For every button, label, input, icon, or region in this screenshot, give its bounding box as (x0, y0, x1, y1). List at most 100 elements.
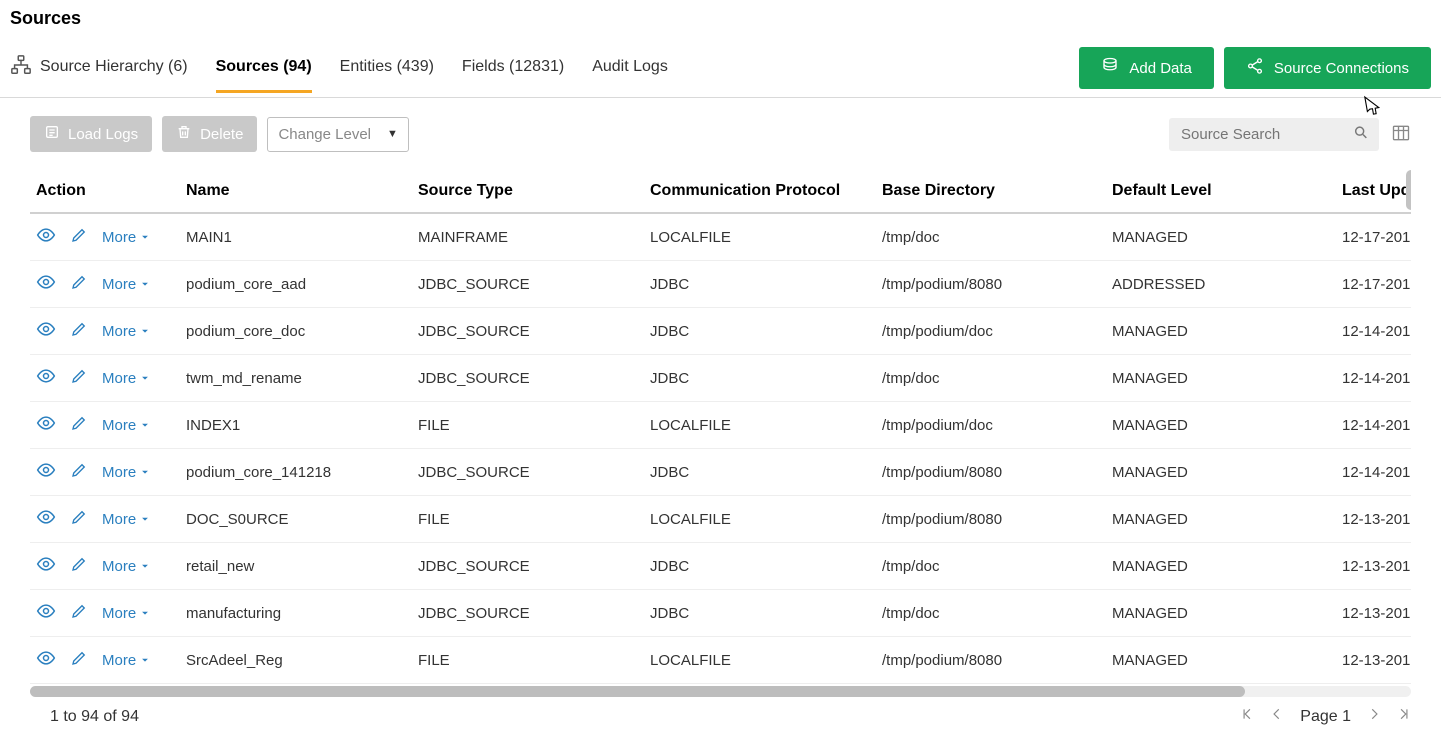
tab-source-hierarchy[interactable]: Source Hierarchy (6) (10, 40, 188, 97)
edit-icon[interactable] (70, 508, 88, 530)
cell-name: podium_core_doc (180, 308, 412, 355)
cell-dir: /tmp/doc (876, 213, 1106, 261)
tab-label: Entities (439) (340, 58, 434, 76)
cell-proto: JDBC (644, 308, 876, 355)
more-menu[interactable]: More (102, 370, 150, 387)
more-menu[interactable]: More (102, 652, 150, 669)
more-menu[interactable]: More (102, 464, 150, 481)
table-row: Moretwm_md_renameJDBC_SOURCEJDBC/tmp/doc… (30, 355, 1411, 402)
caret-down-icon: ▼ (387, 128, 398, 140)
cell-name: twm_md_rename (180, 355, 412, 402)
cell-updated: 12-14-201 (1336, 355, 1411, 402)
horizontal-scrollbar[interactable] (30, 686, 1411, 697)
more-menu[interactable]: More (102, 323, 150, 340)
more-menu[interactable]: More (102, 276, 150, 293)
col-name[interactable]: Name (180, 170, 412, 213)
cell-level: MANAGED (1106, 543, 1336, 590)
view-icon[interactable] (36, 413, 56, 437)
edit-icon[interactable] (70, 367, 88, 389)
more-menu[interactable]: More (102, 558, 150, 575)
col-level[interactable]: Default Level (1106, 170, 1336, 213)
cell-proto: LOCALFILE (644, 213, 876, 261)
search-icon[interactable] (1353, 125, 1369, 144)
vertical-scrollbar[interactable] (1406, 170, 1411, 580)
tab-fields[interactable]: Fields (12831) (462, 44, 564, 92)
delete-button[interactable]: Delete (162, 116, 257, 152)
button-label: Load Logs (68, 126, 138, 143)
page-prev-icon[interactable] (1270, 707, 1284, 726)
edit-icon[interactable] (70, 555, 88, 577)
cell-dir: /tmp/podium/8080 (876, 261, 1106, 308)
edit-icon[interactable] (70, 649, 88, 671)
more-menu[interactable]: More (102, 417, 150, 434)
col-dir[interactable]: Base Directory (876, 170, 1106, 213)
edit-icon[interactable] (70, 273, 88, 295)
vertical-scrollbar-thumb[interactable] (1406, 170, 1411, 210)
cell-name: retail_new (180, 543, 412, 590)
horizontal-scrollbar-thumb[interactable] (30, 686, 1245, 697)
page-next-icon[interactable] (1367, 707, 1381, 726)
load-logs-button[interactable]: Load Logs (30, 116, 152, 152)
view-icon[interactable] (36, 460, 56, 484)
tab-entities[interactable]: Entities (439) (340, 44, 434, 92)
more-label: More (102, 464, 136, 481)
cell-name: MAIN1 (180, 213, 412, 261)
col-action[interactable]: Action (30, 170, 180, 213)
table-row: MoremanufacturingJDBC_SOURCEJDBC/tmp/doc… (30, 590, 1411, 637)
cell-type: MAINFRAME (412, 213, 644, 261)
table-row: Moreretail_newJDBC_SOURCEJDBC/tmp/docMAN… (30, 543, 1411, 590)
caret-down-icon (140, 511, 150, 528)
tab-audit-logs[interactable]: Audit Logs (592, 44, 668, 92)
database-icon (1101, 57, 1119, 79)
view-icon[interactable] (36, 648, 56, 672)
view-icon[interactable] (36, 272, 56, 296)
view-icon[interactable] (36, 319, 56, 343)
table-row: MoreINDEX1FILELOCALFILE/tmp/podium/docMA… (30, 402, 1411, 449)
add-data-button[interactable]: Add Data (1079, 47, 1214, 89)
col-updated[interactable]: Last Updat (1336, 170, 1411, 213)
col-proto[interactable]: Communication Protocol (644, 170, 876, 213)
table-row: MoreDOC_S0URCEFILELOCALFILE/tmp/podium/8… (30, 496, 1411, 543)
more-menu[interactable]: More (102, 605, 150, 622)
edit-icon[interactable] (70, 602, 88, 624)
cell-name: manufacturing (180, 590, 412, 637)
share-icon (1246, 57, 1264, 79)
source-search-input[interactable] (1169, 118, 1379, 151)
view-icon[interactable] (36, 554, 56, 578)
more-label: More (102, 417, 136, 434)
table-row: Morepodium_core_docJDBC_SOURCEJDBC/tmp/p… (30, 308, 1411, 355)
edit-icon[interactable] (70, 461, 88, 483)
cell-level: ADDRESSED (1106, 261, 1336, 308)
trash-icon (176, 124, 192, 144)
view-icon[interactable] (36, 507, 56, 531)
edit-icon[interactable] (70, 414, 88, 436)
table-footer: 1 to 94 of 94 Page 1 (0, 697, 1441, 736)
change-level-select[interactable]: Change Level ▼ (267, 117, 408, 152)
button-label: Delete (200, 126, 243, 143)
columns-icon[interactable] (1391, 123, 1411, 146)
page-last-icon[interactable] (1397, 707, 1411, 726)
cell-dir: /tmp/podium/doc (876, 402, 1106, 449)
caret-down-icon (140, 652, 150, 669)
source-connections-button[interactable]: Source Connections (1224, 47, 1431, 89)
more-menu[interactable]: More (102, 511, 150, 528)
edit-icon[interactable] (70, 226, 88, 248)
cell-level: MANAGED (1106, 449, 1336, 496)
col-type[interactable]: Source Type (412, 170, 644, 213)
view-icon[interactable] (36, 225, 56, 249)
view-icon[interactable] (36, 366, 56, 390)
cell-updated: 12-14-201 (1336, 449, 1411, 496)
cell-type: JDBC_SOURCE (412, 308, 644, 355)
cell-dir: /tmp/doc (876, 543, 1106, 590)
page-first-icon[interactable] (1240, 707, 1254, 726)
cell-type: FILE (412, 402, 644, 449)
cell-dir: /tmp/doc (876, 590, 1106, 637)
caret-down-icon (140, 276, 150, 293)
cell-name: INDEX1 (180, 402, 412, 449)
caret-down-icon (140, 417, 150, 434)
tab-sources[interactable]: Sources (94) (216, 44, 312, 92)
cell-name: podium_core_141218 (180, 449, 412, 496)
edit-icon[interactable] (70, 320, 88, 342)
view-icon[interactable] (36, 601, 56, 625)
more-menu[interactable]: More (102, 229, 150, 246)
